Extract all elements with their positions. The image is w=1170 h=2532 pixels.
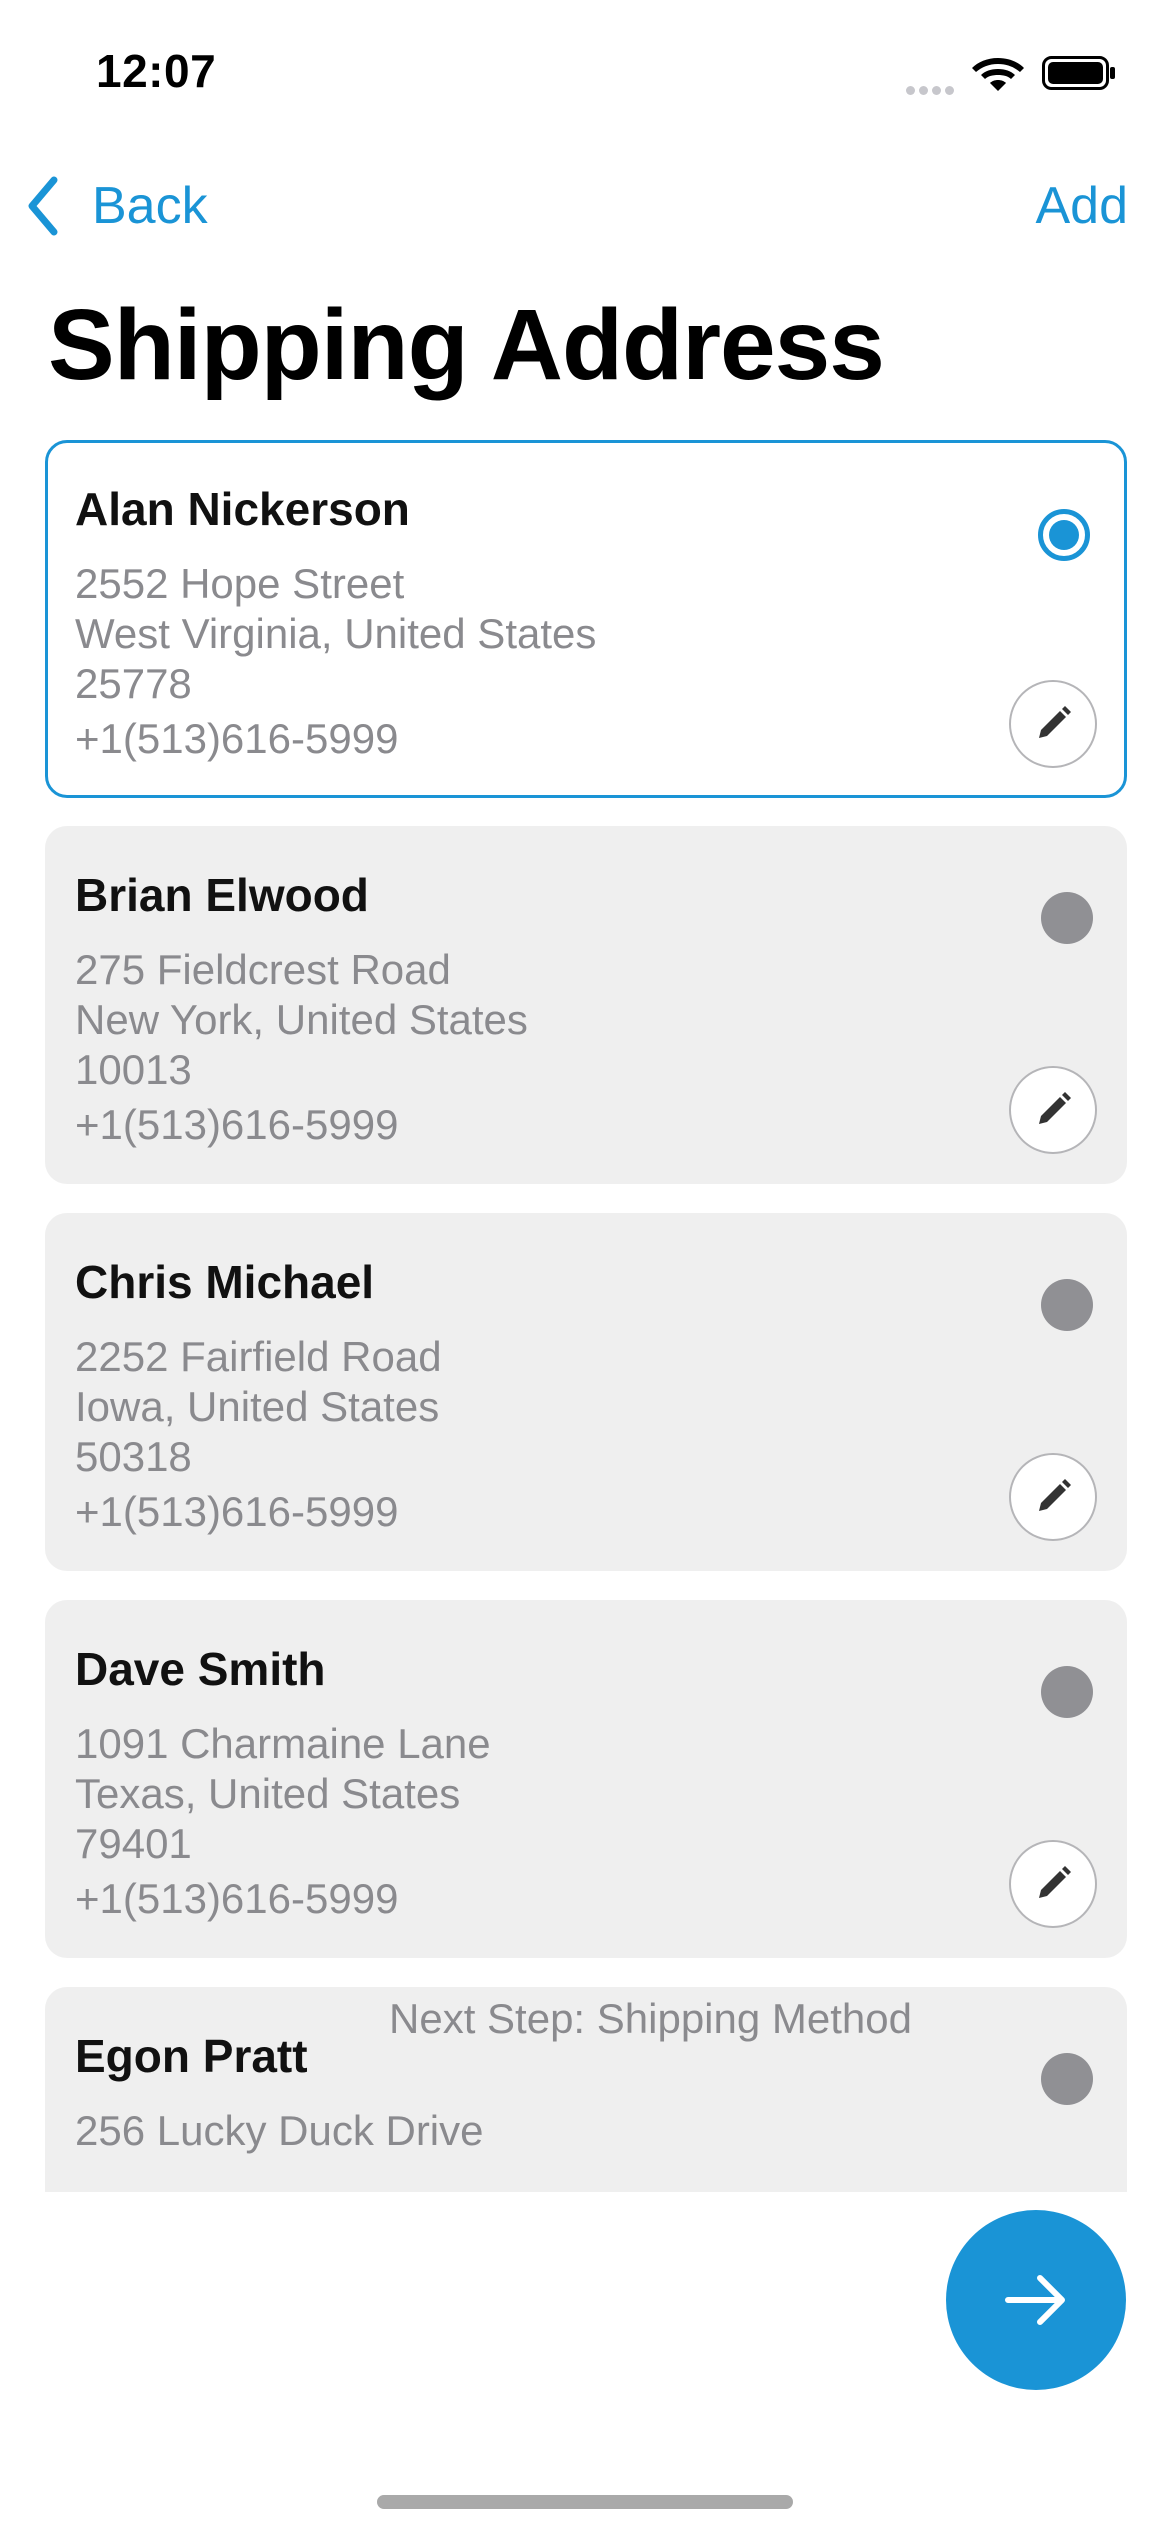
address-region: New York, United States: [75, 996, 528, 1043]
select-radio[interactable]: [1041, 1666, 1093, 1718]
back-button[interactable]: Back: [24, 170, 208, 242]
chevron-left-icon: [28, 176, 58, 236]
pencil-icon: [1039, 1092, 1071, 1124]
address-zip: 50318: [75, 1433, 192, 1480]
address-zip: 79401: [75, 1820, 192, 1867]
address-card[interactable]: Chris Michael 2252 Fairfield Road Iowa, …: [45, 1213, 1127, 1571]
address-street: 2252 Fairfield Road: [75, 1333, 442, 1380]
address-street: 1091 Charmaine Lane: [75, 1720, 491, 1767]
edit-address-button[interactable]: [1009, 1840, 1097, 1928]
address-region: West Virginia, United States: [75, 610, 597, 657]
cellular-signal-icon: [906, 82, 960, 95]
address-region: Texas, United States: [75, 1770, 461, 1817]
address-name: Alan Nickerson: [75, 483, 410, 535]
page-title: Shipping Address: [48, 289, 885, 401]
address-name: Brian Elwood: [75, 869, 369, 921]
pencil-icon: [1039, 706, 1071, 738]
add-address-button[interactable]: Add: [1035, 170, 1128, 242]
address-zip: 25778: [75, 660, 192, 707]
address-list[interactable]: Alan Nickerson 2552 Hope Street West Vir…: [0, 440, 1170, 2192]
select-radio-selected[interactable]: [1038, 509, 1090, 561]
wifi-icon: [970, 52, 1026, 92]
address-phone: +1(513)616-5999: [75, 1875, 399, 1922]
address-phone: +1(513)616-5999: [75, 715, 399, 762]
address-phone: +1(513)616-5999: [75, 1488, 399, 1535]
pencil-icon: [1039, 1479, 1071, 1511]
address-name: Dave Smith: [75, 1643, 326, 1695]
pencil-icon: [1039, 1866, 1071, 1898]
arrow-right-icon: [1005, 2275, 1065, 2325]
edit-address-button[interactable]: [1009, 1453, 1097, 1541]
address-card[interactable]: Brian Elwood 275 Fieldcrest Road New Yor…: [45, 826, 1127, 1184]
edit-address-button[interactable]: [1009, 680, 1097, 768]
battery-icon: [1042, 56, 1116, 90]
address-name: Egon Pratt: [75, 2030, 308, 2082]
select-radio[interactable]: [1041, 1279, 1093, 1331]
status-time: 12:07: [96, 45, 217, 97]
address-phone: +1(513)616-5999: [75, 1101, 399, 1148]
address-name: Chris Michael: [75, 1256, 375, 1308]
next-step-label: Next Step: Shipping Method: [389, 1995, 912, 2042]
address-street: 256 Lucky Duck Drive: [75, 2107, 484, 2154]
address-street: 275 Fieldcrest Road: [75, 946, 451, 993]
next-step-button[interactable]: [946, 2210, 1126, 2390]
address-zip: 10013: [75, 1046, 192, 1093]
select-radio[interactable]: [1041, 2053, 1093, 2105]
edit-address-button[interactable]: [1009, 1066, 1097, 1154]
back-label: Back: [92, 177, 208, 235]
address-street: 2552 Hope Street: [75, 560, 405, 607]
address-card[interactable]: Alan Nickerson 2552 Hope Street West Vir…: [45, 440, 1127, 798]
select-radio[interactable]: [1041, 892, 1093, 944]
status-bar: 12:07: [0, 0, 1170, 150]
address-region: Iowa, United States: [75, 1383, 440, 1430]
home-indicator: [377, 2495, 793, 2509]
address-card[interactable]: Dave Smith 1091 Charmaine Lane Texas, Un…: [45, 1600, 1127, 1958]
